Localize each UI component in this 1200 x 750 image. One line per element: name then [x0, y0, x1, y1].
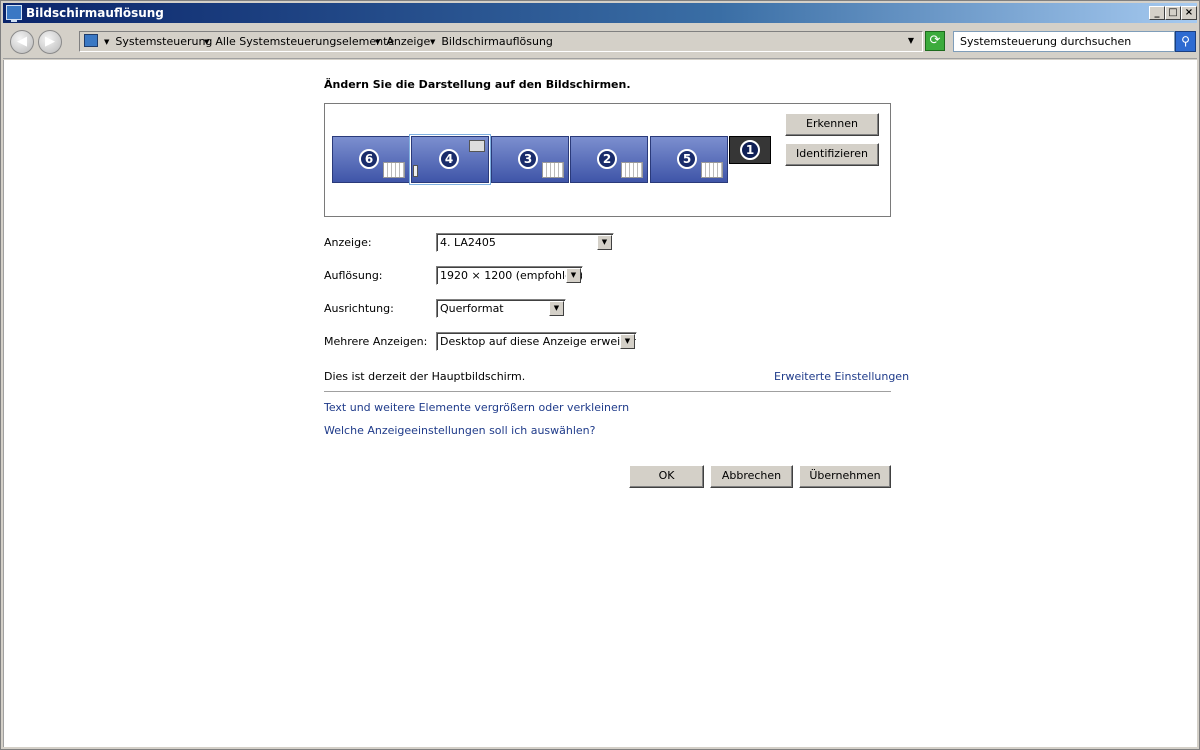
- window: Bildschirmauflösung _ □ × ◀ ▶ ▼ Systemste…: [0, 0, 1200, 750]
- window-title: Bildschirmauflösung: [26, 6, 164, 20]
- identify-button[interactable]: Identifizieren: [785, 143, 879, 166]
- divider: [324, 391, 891, 392]
- monitor-number: 2: [597, 149, 617, 169]
- multiple-displays-label: Mehrere Anzeigen:: [324, 335, 428, 348]
- monitor-number: 1: [740, 140, 760, 160]
- chevron-down-icon: ▼: [104, 38, 110, 46]
- monitor-arrangement-panel: 6 4 3 2 5 1 Erkennen Identifizieren: [324, 103, 891, 217]
- minimize-button[interactable]: _: [1149, 6, 1165, 20]
- advanced-settings-link[interactable]: Erweiterte Einstellungen: [774, 370, 909, 383]
- search-button[interactable]: ⚲: [1175, 31, 1196, 52]
- monitor-5[interactable]: 5: [650, 136, 728, 183]
- orientation-value: Querformat: [440, 302, 504, 315]
- breadcrumb[interactable]: ▼ Systemsteuerung ▼ Alle Systemsteuerungse…: [79, 31, 923, 52]
- chevron-down-icon[interactable]: ▼: [597, 235, 612, 250]
- address-bar: ◀ ▶ ▼ Systemsteuerung ▼ Alle Systemsteueru…: [3, 25, 1197, 59]
- resolution-value: 1920 × 1200 (empfohlen): [440, 269, 583, 282]
- text-size-link[interactable]: Text und weitere Elemente vergrößern ode…: [324, 401, 629, 414]
- monitor-number: 3: [518, 149, 538, 169]
- monitor-number: 4: [439, 149, 459, 169]
- detect-button[interactable]: Erkennen: [785, 113, 879, 136]
- back-button[interactable]: ◀: [10, 30, 34, 54]
- monitor-number: 6: [359, 149, 379, 169]
- resolution-select[interactable]: 1920 × 1200 (empfohlen) ▼: [436, 266, 583, 285]
- title-bar: Bildschirmauflösung _ □ ×: [3, 3, 1197, 23]
- monitor-6[interactable]: 6: [332, 136, 410, 183]
- multiple-displays-select[interactable]: Desktop auf diese Anzeige erweitern ▼: [436, 332, 637, 351]
- monitor-4[interactable]: 4: [409, 134, 491, 185]
- help-link[interactable]: Welche Anzeigeeinstellungen soll ich aus…: [324, 424, 596, 437]
- monitor-2[interactable]: 2: [570, 136, 648, 183]
- window-icon: [469, 140, 485, 152]
- refresh-button[interactable]: ⟳: [925, 31, 945, 51]
- orientation-label: Ausrichtung:: [324, 302, 394, 315]
- monitor-number: 5: [677, 149, 697, 169]
- primary-display-note: Dies ist derzeit der Hauptbildschirm.: [324, 370, 526, 383]
- taskbar-icon: [383, 162, 405, 178]
- chevron-down-icon: ▼: [430, 38, 436, 46]
- display-select[interactable]: 4. LA2405 ▼: [436, 233, 614, 252]
- arrow-left-icon: ◀: [17, 34, 27, 49]
- resolution-label: Auflösung:: [324, 269, 383, 282]
- window-edge-icon: [413, 165, 418, 177]
- search-icon: ⚲: [1181, 34, 1190, 48]
- breadcrumb-item-alle-elemente[interactable]: ▼ Alle Systemsteuerungselemente: [204, 35, 394, 48]
- orientation-select[interactable]: Querformat ▼: [436, 299, 566, 318]
- multiple-displays-value: Desktop auf diese Anzeige erweitern: [440, 335, 637, 348]
- display-icon: [6, 5, 22, 22]
- forward-button[interactable]: ▶: [38, 30, 62, 54]
- arrow-right-icon: ▶: [45, 34, 55, 49]
- chevron-down-icon[interactable]: ▼: [620, 334, 635, 349]
- close-button[interactable]: ×: [1181, 6, 1197, 20]
- display-label: Anzeige:: [324, 236, 372, 249]
- chevron-down-icon[interactable]: ▼: [566, 268, 581, 283]
- cancel-button[interactable]: Abbrechen: [710, 465, 793, 488]
- taskbar-icon: [542, 162, 564, 178]
- taskbar-icon: [621, 162, 643, 178]
- monitor-1[interactable]: 1: [729, 136, 771, 164]
- chevron-down-icon[interactable]: ▼: [549, 301, 564, 316]
- search-input[interactable]: Systemsteuerung durchsuchen: [953, 31, 1175, 52]
- breadcrumb-item-systemsteuerung[interactable]: ▼ Systemsteuerung: [104, 35, 212, 48]
- main-content: Ändern Sie die Darstellung auf den Bilds…: [3, 60, 1197, 747]
- apply-button[interactable]: Übernehmen: [799, 465, 891, 488]
- control-panel-icon: [84, 34, 98, 47]
- chevron-down-icon: ▼: [375, 38, 381, 46]
- display-value: 4. LA2405: [440, 236, 496, 249]
- breadcrumb-item-bildschirmaufloesung[interactable]: ▼ Bildschirmauflösung: [430, 35, 553, 48]
- monitor-3[interactable]: 3: [491, 136, 569, 183]
- refresh-icon: ⟳: [929, 33, 941, 48]
- ok-button[interactable]: OK: [629, 465, 704, 488]
- page-title: Ändern Sie die Darstellung auf den Bilds…: [324, 78, 631, 91]
- chevron-down-icon: ▼: [204, 38, 210, 46]
- address-dropdown-icon[interactable]: ▼: [908, 36, 914, 45]
- breadcrumb-item-anzeige[interactable]: ▼ Anzeige: [375, 35, 430, 48]
- maximize-button[interactable]: □: [1165, 6, 1181, 20]
- taskbar-icon: [701, 162, 723, 178]
